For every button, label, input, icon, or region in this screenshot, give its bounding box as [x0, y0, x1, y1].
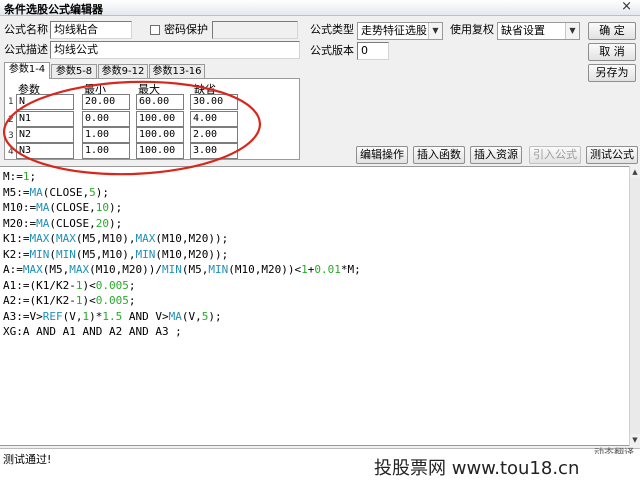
chevron-down-icon: ▼ [428, 23, 442, 39]
formula-type-label: 公式类型 [310, 23, 354, 36]
param-min-input[interactable]: 0.00 [82, 111, 130, 127]
param-max-input[interactable]: 100.00 [136, 143, 184, 159]
status-message: 测试通过! [3, 453, 52, 466]
use-adjust-label: 使用复权 [450, 23, 494, 36]
formula-desc-input[interactable]: 均线公式 [50, 41, 300, 59]
code-line: A3:=V>REF(V,1)*1.5 AND V>MA(V,5); [3, 309, 222, 323]
use-adjust-select[interactable]: 缺省设置 ▼ [497, 22, 580, 40]
param-name-input[interactable]: N1 [16, 111, 74, 127]
vertical-scrollbar[interactable]: ▲ ▼ [629, 166, 640, 446]
formula-desc-label: 公式描述 [4, 43, 48, 56]
formula-type-value: 走势特征选股 [361, 24, 427, 37]
param-min-input[interactable]: 20.00 [82, 94, 130, 110]
formula-code-editor[interactable]: M:=1; M5:=MA(CLOSE,5); M10:=MA(CLOSE,10); M… [0, 166, 630, 446]
cancel-button[interactable]: 取 消 [588, 43, 636, 61]
formula-name-input[interactable]: 均线粘合 [50, 21, 132, 39]
tab-params-9-12[interactable]: 参数9-12 [98, 64, 148, 79]
formula-version-label: 公式版本 [310, 44, 354, 57]
code-line: K2:=MIN(MIN(M5,M10),MIN(M10,M20)); [3, 247, 229, 261]
code-line: A2:=(K1/K2-1)<0.005; [3, 294, 136, 307]
password-input[interactable] [212, 21, 298, 39]
param-name-input[interactable]: N2 [16, 127, 74, 143]
password-label: 密码保护 [164, 23, 208, 36]
insert-resource-button[interactable]: 插入资源 [470, 146, 522, 164]
code-line: M10:=MA(CLOSE,10); [3, 201, 123, 214]
param-row-index: 1 [8, 97, 14, 107]
param-default-input[interactable]: 3.00 [190, 143, 238, 159]
tab-params-13-16[interactable]: 参数13-16 [149, 64, 205, 79]
param-max-input[interactable]: 100.00 [136, 111, 184, 127]
scroll-up-icon[interactable]: ▲ [630, 166, 640, 178]
code-line: XG:A AND A1 AND A2 AND A3 ; [3, 325, 182, 338]
ok-button[interactable]: 确 定 [588, 22, 636, 40]
code-line: M:=1; [3, 170, 37, 183]
use-adjust-value: 缺省设置 [501, 24, 545, 37]
param-max-input[interactable]: 60.00 [136, 94, 184, 110]
param-row-index: 4 [8, 147, 14, 157]
param-default-input[interactable]: 4.00 [190, 111, 238, 127]
insert-function-button[interactable]: 插入函数 [413, 146, 465, 164]
password-checkbox[interactable] [150, 25, 160, 35]
edit-operations-button[interactable]: 编辑操作 [356, 146, 408, 164]
formula-version-input[interactable]: 0 [357, 42, 389, 60]
tab-params-5-8[interactable]: 参数5-8 [51, 64, 97, 79]
formula-name-label: 公式名称 [4, 23, 48, 36]
param-max-input[interactable]: 100.00 [136, 127, 184, 143]
close-icon[interactable]: × [621, 0, 632, 14]
code-line: A1:=(K1/K2-1)<0.005; [3, 278, 136, 292]
tab-params-1-4[interactable]: 参数1-4 [4, 62, 50, 79]
scroll-down-icon[interactable]: ▼ [630, 434, 640, 446]
code-line: M5:=MA(CLOSE,5); [3, 185, 109, 199]
title-bar: 条件选股公式编辑器 × [0, 0, 640, 16]
param-min-input[interactable]: 1.00 [82, 143, 130, 159]
code-line: K1:=MAX(MAX(M5,M10),MAX(M10,M20)); [3, 232, 229, 245]
param-row-index: 3 [8, 131, 14, 141]
formula-type-select[interactable]: 走势特征选股 ▼ [357, 22, 443, 40]
test-formula-button[interactable]: 测试公式 [586, 146, 638, 164]
param-row-index: 2 [8, 115, 14, 125]
save-as-button[interactable]: 另存为 [588, 64, 636, 82]
import-formula-button[interactable]: 引入公式 [529, 146, 581, 164]
watermark-text: 投股票网 www.tou18.cn [352, 454, 640, 484]
code-line: M20:=MA(CLOSE,20); [3, 216, 123, 230]
param-name-input[interactable]: N3 [16, 143, 74, 159]
param-min-input[interactable]: 1.00 [82, 127, 130, 143]
chevron-down-icon: ▼ [565, 23, 579, 39]
param-default-input[interactable]: 30.00 [190, 94, 238, 110]
window-title: 条件选股公式编辑器 [4, 3, 103, 16]
param-name-input[interactable]: N [16, 94, 74, 110]
param-default-input[interactable]: 2.00 [190, 127, 238, 143]
code-line: A:=MAX(M5,MAX(M10,M20))/MIN(M5,MIN(M10,M… [3, 263, 361, 276]
